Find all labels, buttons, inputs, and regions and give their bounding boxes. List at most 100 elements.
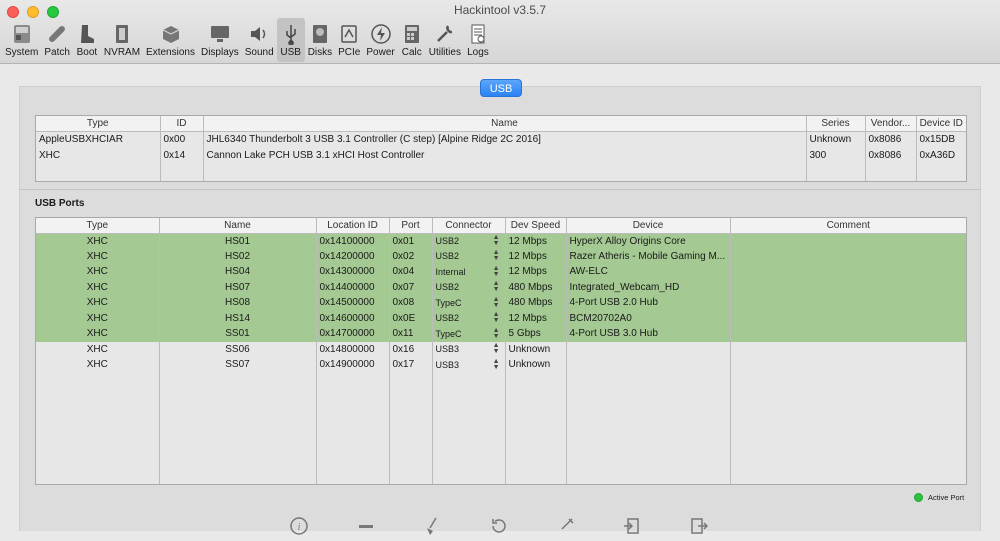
ports-column-header[interactable]: Type: [36, 218, 160, 234]
port-connector-cell[interactable]: TypeC ▲ ▼: [432, 326, 506, 342]
controller-row[interactable]: AppleUSBXHCIAR 0x00 JHL6340 Thunderbolt 3 …: [36, 131, 966, 147]
connector-select[interactable]: USB3 ▲ ▼: [436, 342, 502, 356]
connector-select[interactable]: TypeC ▲ ▼: [436, 296, 502, 309]
toolbar-power-button[interactable]: Power: [363, 18, 397, 62]
controllers-column-header[interactable]: Device ID: [916, 116, 966, 132]
port-connector-cell[interactable]: USB2 ▲ ▼: [432, 233, 506, 249]
port-speed-cell: 5 Gbps: [505, 326, 567, 342]
toolbar-usb-button[interactable]: USB: [276, 18, 305, 62]
port-device-cell: Integrated_Webcam_HD: [566, 279, 731, 295]
controllers-column-header[interactable]: Name: [203, 116, 807, 132]
port-comment-cell[interactable]: [730, 233, 966, 249]
toolbar-system-button[interactable]: System: [2, 18, 41, 62]
controllers-column-header[interactable]: Type: [36, 116, 161, 132]
chevron-updown-icon: ▲ ▼: [492, 280, 500, 294]
clean-icon[interactable]: [422, 516, 442, 535]
connector-select[interactable]: USB2 ▲ ▼: [435, 280, 502, 294]
port-connector-cell[interactable]: USB2 ▲ ▼: [432, 279, 506, 295]
extensions-icon: [160, 23, 182, 45]
port-comment-cell[interactable]: [730, 342, 966, 358]
toolbar-displays-button[interactable]: Displays: [198, 18, 242, 62]
port-comment-cell[interactable]: [730, 279, 966, 295]
chevron-updown-icon: ▲ ▼: [492, 342, 500, 356]
port-port-cell: 0x16: [389, 341, 433, 357]
controller-cell: 0x15DB: [919, 133, 956, 145]
ports-column-header[interactable]: Comment: [730, 218, 966, 234]
controller-row[interactable]: XHC 0x14 Cannon Lake PCH USB 3.1 xHCI Host…: [36, 147, 966, 163]
connector-select[interactable]: TypeC ▲ ▼: [436, 327, 502, 340]
port-comment-cell[interactable]: [730, 310, 966, 326]
export-icon[interactable]: [689, 516, 709, 534]
toolbar-utilities-button[interactable]: Utilities: [426, 18, 464, 62]
controllers-column-header[interactable]: ID: [160, 116, 204, 132]
disks-icon: [309, 23, 331, 45]
empty-cell: [36, 372, 160, 484]
toolbar-calc-button[interactable]: Calc: [398, 18, 426, 62]
usb-ports-table[interactable]: Type Name Location ID Port Connector Dev Spee…: [35, 217, 967, 485]
toolbar-boot-button[interactable]: Boot: [73, 18, 101, 62]
ports-column-header[interactable]: Port: [389, 218, 433, 234]
port-connector-cell[interactable]: USB2 ▲ ▼: [432, 310, 506, 326]
port-location-cell: 0x14600000: [316, 310, 390, 326]
port-port-cell: 0x08: [389, 295, 433, 311]
port-connector-cell[interactable]: TypeC ▲ ▼: [432, 295, 506, 311]
connector-select[interactable]: USB2 ▲ ▼: [436, 234, 502, 247]
import-icon[interactable]: [622, 516, 642, 534]
refresh-icon[interactable]: [489, 516, 509, 533]
empty-cell: [865, 163, 917, 181]
info-icon[interactable]: i: [289, 516, 309, 535]
remove-icon[interactable]: [356, 516, 376, 531]
ports-column-header[interactable]: Location ID: [316, 218, 390, 234]
port-comment-cell[interactable]: [730, 326, 966, 342]
connector-select[interactable]: USB3 ▲ ▼: [436, 358, 502, 371]
toolbar-nvram-button[interactable]: NVRAM: [101, 18, 143, 62]
port-comment-cell[interactable]: [730, 264, 966, 280]
empty-cell: [566, 372, 731, 484]
port-connector-cell[interactable]: USB3 ▲ ▼: [432, 357, 506, 373]
port-connector-cell[interactable]: Internal ▲ ▼: [432, 264, 506, 280]
connector-value: USB2: [435, 251, 460, 262]
port-type-cell: XHC: [36, 279, 160, 295]
toolbar-patch-button[interactable]: Patch: [41, 18, 73, 62]
port-name-cell: SS07: [159, 357, 317, 373]
port-comment-cell[interactable]: [730, 248, 966, 264]
port-row[interactable]: XHC SS07 0x14900000 0x17 USB3 ▲ ▼ Unknown: [36, 357, 966, 373]
port-row[interactable]: XHC HS07 0x14400000 0x07 USB2 ▲ ▼ 480 Mbps Integ…: [36, 279, 966, 295]
ports-column-header[interactable]: Name: [159, 218, 317, 234]
controllers-table[interactable]: Type ID Name Series Vendor... Device ID Apple…: [35, 115, 967, 182]
port-comment-cell[interactable]: [730, 295, 966, 311]
ports-column-header[interactable]: Dev Speed: [505, 218, 567, 234]
connector-select[interactable]: Internal ▲ ▼: [436, 265, 502, 278]
port-row[interactable]: XHC HS08 0x14500000 0x08 TypeC ▲ ▼ 480 Mbps 4-Po…: [36, 295, 966, 311]
port-row[interactable]: XHC HS14 0x14600000 0x0E USB2 ▲ ▼ 12 Mbps BCM207…: [36, 310, 966, 326]
port-speed-cell: 12 Mbps: [505, 310, 567, 326]
ports-column-header[interactable]: Connector: [432, 218, 506, 234]
empty-cell: [916, 163, 966, 181]
port-row[interactable]: XHC HS02 0x14200000 0x02 USB2 ▲ ▼ 12 Mbps Razer …: [36, 248, 966, 264]
port-comment-cell[interactable]: [730, 357, 966, 373]
port-device-cell: Razer Atheris - Mobile Gaming M...: [566, 248, 731, 264]
port-row[interactable]: XHC SS06 0x14800000 0x16 USB3 ▲ ▼ Unknown: [36, 341, 966, 358]
toolbar-disks-button[interactable]: Disks: [305, 18, 335, 62]
toolbar-label: Disks: [307, 47, 333, 58]
controller-cell: 0x14: [160, 147, 204, 163]
controllers-column-header[interactable]: Vendor...: [865, 116, 917, 132]
port-row[interactable]: XHC SS01 0x14700000 0x11 TypeC ▲ ▼ 5 Gbps 4-Port…: [36, 326, 966, 342]
controllers-column-header[interactable]: Series: [806, 116, 866, 132]
tab-usb[interactable]: USB: [480, 79, 522, 97]
inject-icon[interactable]: [556, 516, 576, 531]
port-connector-cell[interactable]: USB3 ▲ ▼: [432, 341, 506, 357]
ports-column-header[interactable]: Device: [566, 218, 731, 234]
toolbar-logs-button[interactable]: Logs: [464, 18, 492, 62]
connector-select[interactable]: USB2 ▲ ▼: [435, 249, 502, 262]
toolbar-extensions-button[interactable]: Extensions: [143, 18, 198, 62]
port-port-cell: 0x0E: [389, 310, 433, 326]
connector-value: USB2: [435, 282, 460, 293]
connector-select[interactable]: USB2 ▲ ▼: [436, 311, 502, 324]
patch-icon: [46, 23, 68, 45]
toolbar-pcie-button[interactable]: PCIe: [335, 18, 363, 62]
port-row[interactable]: XHC HS01 0x14100000 0x01 USB2 ▲ ▼ 12 Mbps HyperX…: [36, 233, 966, 249]
toolbar-sound-button[interactable]: Sound: [242, 18, 277, 62]
port-row[interactable]: XHC HS04 0x14300000 0x04 Internal ▲ ▼ 12 Mbps AW…: [36, 264, 966, 280]
port-connector-cell[interactable]: USB2 ▲ ▼: [432, 248, 506, 264]
